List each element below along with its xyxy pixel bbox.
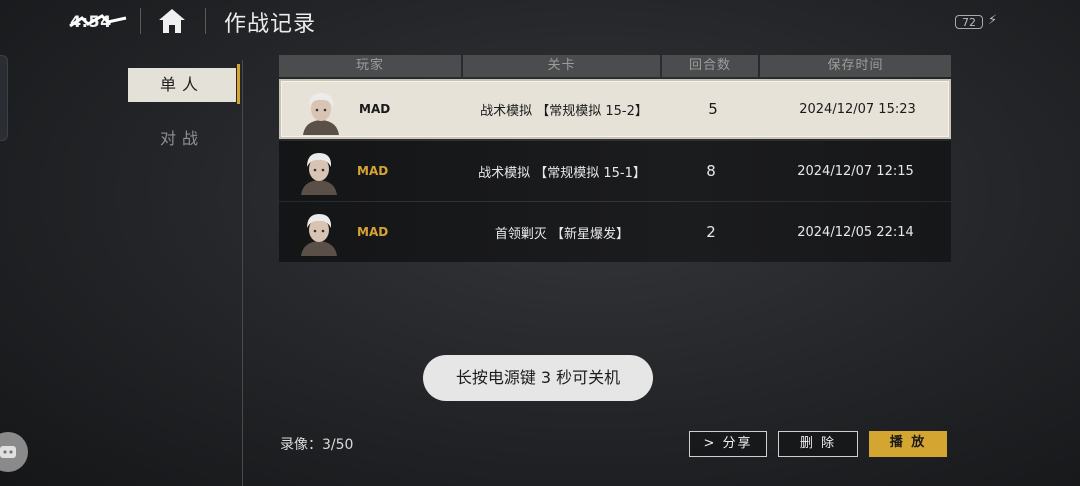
play-button[interactable]: 播 放 <box>869 431 947 457</box>
assist-icon <box>0 446 16 458</box>
level-name: 首领剿灭 【新星爆发】 <box>494 226 630 242</box>
save-time: 2024/12/05 22:14 <box>797 224 914 240</box>
save-time: 2024/12/07 15:23 <box>799 101 916 117</box>
player-avatar <box>301 153 337 195</box>
active-tab-accent <box>237 64 240 104</box>
sidebar-divider <box>242 60 243 486</box>
edge-panel-handle[interactable] <box>0 55 8 141</box>
level-name: 战术模拟 【常规模拟 15-1】 <box>478 165 646 181</box>
column-header-rounds: 回合数 <box>662 55 758 77</box>
battery-indicator: 72 <box>955 15 983 29</box>
scribble-overlay <box>69 14 127 28</box>
page-title: 作战记录 <box>224 12 317 37</box>
charging-icon: ⚡ <box>988 13 998 28</box>
home-button[interactable] <box>156 6 188 36</box>
home-icon <box>159 9 185 33</box>
round-count: 5 <box>708 100 718 118</box>
save-time: 2024/12/07 12:15 <box>797 163 914 179</box>
player-avatar <box>303 93 339 135</box>
player-name: MAD <box>357 225 389 239</box>
record-row[interactable]: MAD 战术模拟 【常规模拟 15-1】 8 2024/12/07 12:15 <box>279 141 951 201</box>
level-name: 战术模拟 【常规模拟 15-2】 <box>480 103 648 119</box>
delete-button[interactable]: 删 除 <box>778 431 858 457</box>
header-divider <box>140 8 141 34</box>
record-row-selected[interactable]: MAD 战术模拟 【常规模拟 15-2】 5 2024/12/07 15:23 <box>279 79 951 139</box>
player-name: MAD <box>357 164 389 178</box>
column-header-level: 关卡 <box>463 55 660 77</box>
player-name: MAD <box>359 102 391 116</box>
column-header-player: 玩家 <box>279 55 461 77</box>
column-header-save-time: 保存时间 <box>760 55 951 77</box>
record-count: 录像：3/50 <box>280 437 354 453</box>
tab-versus[interactable]: 对战 <box>128 122 236 156</box>
record-row[interactable]: MAD 首领剿灭 【新星爆发】 2 2024/12/05 22:14 <box>279 202 951 262</box>
round-count: 2 <box>706 223 716 241</box>
share-button[interactable]: > 分享 <box>689 431 767 457</box>
round-count: 8 <box>706 162 716 180</box>
system-toast: 长按电源键 3 秒可关机 <box>423 355 653 401</box>
tab-single-player[interactable]: 单人 <box>128 68 236 102</box>
player-avatar <box>301 214 337 256</box>
header-divider <box>205 8 206 34</box>
floating-assist-button[interactable] <box>0 432 28 472</box>
